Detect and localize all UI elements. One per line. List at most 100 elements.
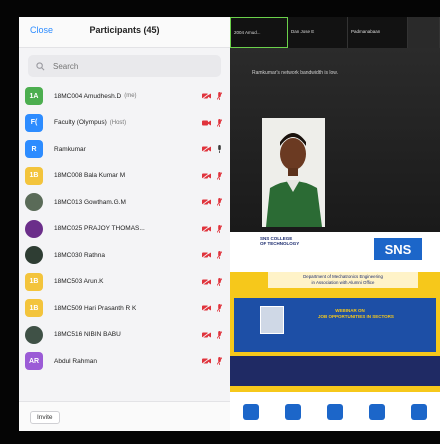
participant-name: Ramkumar [54, 145, 86, 153]
participant-avatar [25, 219, 43, 238]
participant-list: 1A 18MC004 Amudhesh.D (me) F(Faculty (Olymp… [19, 83, 230, 375]
search-input[interactable] [53, 61, 203, 71]
zoom-window: Close Participants (45) 1A 18MC004 Amudhe… [0, 0, 440, 444]
mic-muted-icon [217, 330, 222, 339]
panel-title: Participants (45) [89, 25, 160, 35]
video-icon [202, 120, 211, 126]
video-off-icon [202, 146, 211, 152]
slide-icon [369, 403, 385, 420]
participant-avatar: R [25, 140, 43, 159]
invite-button[interactable]: Invite [30, 411, 60, 424]
participant-status-icons [202, 145, 222, 153]
thumbnail-name: 2004 Amud... [234, 30, 261, 35]
video-off-icon [202, 278, 211, 285]
participant-status-icons [202, 304, 222, 312]
video-off-icon [202, 358, 211, 364]
video-off-icon [202, 252, 211, 258]
panel-footer: Invite [19, 401, 230, 431]
participant-avatar [25, 246, 43, 265]
slide-details-band [230, 356, 440, 386]
mic-muted-icon [217, 357, 222, 365]
speaker-photo [260, 306, 284, 334]
participant-row[interactable]: 18MC030 Rathna [19, 242, 230, 269]
participant-status-icons [202, 357, 222, 365]
video-thumbnail[interactable] [408, 17, 440, 48]
participant-avatar: AR [25, 352, 43, 371]
participant-status-icons [202, 92, 222, 100]
thumbnail-name: Dan Jose E [291, 29, 315, 34]
participant-status-icons [202, 251, 222, 259]
participant-row[interactable]: 1B 18MC509 Hari Prasanth R K [19, 295, 230, 322]
participant-avatar: 1B [25, 272, 43, 291]
sns-logo: SNS [374, 238, 422, 260]
participant-row[interactable]: AR Abdul Rahman [19, 348, 230, 375]
video-thumbnail[interactable]: Padmanabaan [348, 17, 408, 48]
participant-name: 18MC025 PRAJOY THOMAS... [54, 225, 145, 233]
department-banner: Department of Mechatronics Engineering i… [268, 272, 418, 288]
slide-icon [285, 403, 301, 420]
participant-status-icons [202, 330, 222, 339]
participant-role: (Host) [109, 119, 127, 126]
video-thumbnail[interactable]: 2004 Amud... [230, 17, 288, 48]
webinar-title: WEBINAR ON JOB OPPORTUNITIES IN SECTORS [318, 308, 394, 319]
participant-name: Abdul Rahman [54, 357, 97, 365]
video-off-icon [202, 172, 211, 179]
participant-status-icons [202, 224, 222, 233]
participant-name: 18MC509 Hari Prasanth R K [54, 304, 137, 312]
mic-muted-icon [217, 224, 222, 233]
shared-screen-slide: SNS COLLEGE OF TECHNOLOGY SNS Department… [230, 232, 440, 431]
participant-status-icons [202, 198, 222, 206]
college-name: SNS COLLEGE OF TECHNOLOGY [260, 236, 300, 246]
mic-icon [217, 145, 222, 153]
slide-header: SNS COLLEGE OF TECHNOLOGY SNS [230, 232, 440, 272]
participant-name: 18MC503 Arun.K [54, 278, 104, 286]
participant-status-icons [202, 277, 222, 286]
participant-name: 18MC008 Bala Kumar M [54, 172, 126, 180]
slide-icons-row [230, 392, 440, 431]
mic-muted-icon [217, 198, 222, 206]
thumbnail-name: Padmanabaan [351, 29, 381, 34]
panel-header: Close Participants (45) [19, 17, 230, 48]
gallery-strip: 2004 Amud... Dan Jose E Padmanabaan [230, 17, 440, 48]
slide-icon [411, 403, 427, 420]
participant-avatar: 1A [25, 87, 43, 106]
participant-row[interactable]: 1B 18MC008 Bala Kumar M [19, 163, 230, 190]
person-image [262, 118, 325, 227]
video-off-icon [202, 199, 211, 205]
mic-muted-icon [217, 171, 222, 180]
participant-row[interactable]: R Ramkumar [19, 136, 230, 163]
participant-row[interactable]: 18MC516 NIBIN BABU [19, 322, 230, 349]
participant-name: Faculty (Olympus) [54, 119, 107, 127]
speaker-camera-feed [262, 118, 325, 227]
video-off-icon [202, 225, 211, 232]
active-speaker-video[interactable]: Ramkumar's network bandwidth is low. [230, 48, 440, 232]
participant-avatar: 1B [25, 299, 43, 318]
mic-muted-icon [217, 277, 222, 286]
video-thumbnail[interactable]: Dan Jose E [288, 17, 348, 48]
video-off-icon [202, 305, 211, 311]
slide-icon [243, 403, 259, 420]
participant-row[interactable]: F(Faculty (Olympus) (Host) [19, 110, 230, 137]
participant-name: 18MC516 NIBIN BABU [54, 331, 121, 339]
participant-name: 18MC004 Amudhesh.D [54, 92, 122, 100]
participant-avatar [25, 193, 43, 212]
mic-muted-icon [217, 118, 222, 127]
participant-status-icons [202, 171, 222, 180]
mic-muted-icon [217, 92, 222, 100]
participant-status-icons [202, 118, 222, 127]
participant-role: (me) [124, 93, 137, 100]
participant-name: 18MC013 Gowtham.G.M [54, 198, 126, 206]
mic-muted-icon [217, 251, 222, 259]
video-off-icon [202, 93, 211, 99]
search-icon [36, 61, 45, 70]
participant-row[interactable]: 18MC025 PRAJOY THOMAS... [19, 216, 230, 243]
video-off-icon [202, 331, 211, 338]
participant-row[interactable]: 1B 18MC503 Arun.K [19, 269, 230, 296]
participant-row[interactable]: 18MC013 Gowtham.G.M [19, 189, 230, 216]
participants-panel: Close Participants (45) 1A 18MC004 Amudhe… [19, 17, 230, 431]
search-box[interactable] [28, 55, 221, 77]
network-notice: Ramkumar's network bandwidth is low. [252, 70, 338, 76]
participant-name: 18MC030 Rathna [54, 251, 105, 259]
slide-icon [327, 403, 343, 420]
participant-row[interactable]: 1A 18MC004 Amudhesh.D (me) [19, 83, 230, 110]
